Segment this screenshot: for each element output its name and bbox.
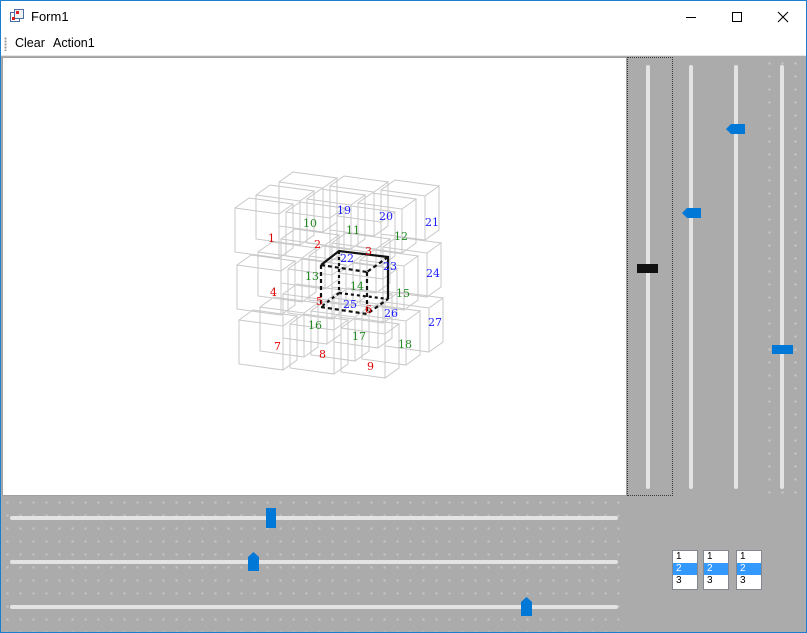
list-item[interactable]: 3 [737, 575, 761, 587]
slider-thumb[interactable] [247, 552, 259, 571]
cube-number-label: 20 [379, 210, 393, 223]
cube-number-label: 19 [337, 204, 351, 217]
vertical-slider-4[interactable] [763, 57, 806, 496]
list-item-selected[interactable]: 2 [704, 563, 728, 575]
vertical-slider-3[interactable] [717, 57, 763, 496]
wireframe-cube [238, 309, 299, 371]
vertical-slider-1[interactable] [627, 57, 673, 496]
cube-number-label: 5 [316, 295, 323, 308]
cube-grid-scene: 1 234567891011 1213141516171819 20 212223242… [234, 171, 445, 379]
cube-number-label: 6 [365, 303, 372, 316]
cube-number-label: 16 [308, 319, 322, 332]
form1-window: Form1 Clear Action1 1234567 8 9 10 11 12… [0, 0, 807, 633]
cube-number-label: 10 [303, 217, 317, 230]
list-item[interactable]: 1 [737, 551, 761, 563]
listbox-2[interactable]: 1 2 3 [703, 550, 729, 590]
cube-number-label: 26 [384, 307, 398, 320]
listbox-3[interactable]: 1 2 3 [736, 550, 762, 590]
slider-track [10, 560, 618, 564]
wireframe-cube [236, 254, 297, 316]
title-bar[interactable]: Form1 [1, 1, 806, 32]
cube-number-label: 15 [396, 287, 410, 300]
cube-number-label: 8 [319, 348, 326, 361]
window-title: Form1 [31, 9, 69, 24]
cube-number-label: 22 [340, 252, 354, 265]
cube-number-label: 3 [365, 245, 372, 258]
cube-number-label: 14 [350, 280, 364, 293]
listbox-1[interactable]: 1 2 3 [672, 550, 698, 590]
cube-number-label: 21 [425, 216, 439, 229]
menu-strip: Clear Action1 [1, 32, 806, 56]
list-item[interactable]: 1 [673, 551, 697, 563]
slider-thumb[interactable] [682, 208, 701, 219]
cube-number-label: 18 [398, 338, 412, 351]
menu-item-clear[interactable]: Clear [13, 36, 47, 50]
cube-number-label: 13 [305, 270, 319, 283]
render-canvas[interactable]: 1 2 3 4 5 6 7 8 9 10 11 12 13 14 15 16 17 18 19 20 21 22 23 24 2… [2, 57, 627, 496]
close-button[interactable] [760, 1, 806, 32]
slider-thumb[interactable] [772, 344, 793, 354]
close-icon [777, 11, 789, 22]
wireframe-cube [234, 197, 295, 259]
slider-thumb[interactable] [637, 264, 658, 274]
cube-number-label: 24 [426, 267, 440, 280]
list-item-selected[interactable]: 2 [737, 563, 761, 575]
minimize-button[interactable] [668, 1, 714, 32]
maximize-icon [732, 11, 742, 22]
slider-track [10, 516, 618, 520]
vertical-slider-2[interactable] [673, 57, 717, 496]
maximize-button[interactable] [714, 1, 760, 32]
cube-number-label: 12 [394, 230, 408, 243]
slider-thumb[interactable] [266, 508, 277, 528]
minimize-icon [686, 16, 696, 18]
cube-number-label: 27 [428, 316, 442, 329]
cube-number-label: 9 [367, 360, 374, 373]
cube-number-label: 1 [268, 232, 275, 245]
slider-thumb[interactable] [726, 123, 745, 134]
list-item[interactable]: 1 [704, 551, 728, 563]
cube-number-label: 11 [346, 224, 360, 237]
cube-number-label: 25 [343, 298, 357, 311]
slider-track [689, 65, 693, 489]
cube-number-label: 4 [270, 286, 277, 299]
cube-number-label: 2 [314, 238, 321, 251]
slider-track [780, 65, 784, 489]
cube-number-label: 7 [274, 340, 281, 353]
horizontal-sliders-panel [1, 496, 626, 632]
cube-number-label: 23 [383, 260, 397, 273]
cube-number-label: 17 [352, 330, 366, 343]
slider-track [646, 65, 650, 489]
list-item[interactable]: 3 [704, 575, 728, 587]
menu-item-action1[interactable]: Action1 [51, 36, 97, 50]
list-item-selected[interactable]: 2 [673, 563, 697, 575]
menu-grip-icon[interactable] [4, 37, 7, 51]
app-icon [10, 9, 24, 22]
slider-thumb[interactable] [521, 597, 533, 616]
list-item[interactable]: 3 [673, 575, 697, 587]
